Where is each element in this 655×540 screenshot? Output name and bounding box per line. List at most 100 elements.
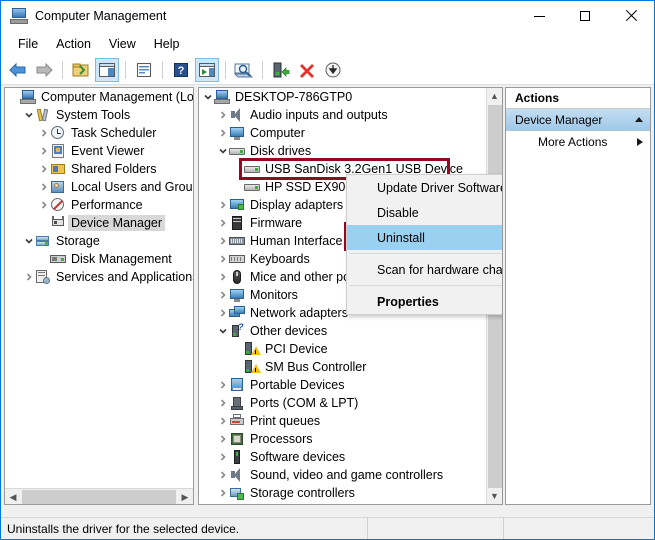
device-tree-item-row[interactable]: ? Other devices [199,322,502,340]
chevron-right-icon[interactable] [216,200,229,210]
device-tree-item-row[interactable]: PCI Device [199,340,502,358]
device-tree-item-row[interactable]: Ports (COM & LPT) [199,394,502,412]
scroll-down-button[interactable]: ▼ [487,488,502,504]
help-button[interactable]: ? [169,58,193,82]
device-tree-item-row[interactable]: Sound, video and game controllers [199,466,502,484]
device-tree-item-row[interactable]: Audio inputs and outputs [199,106,502,124]
context-menu-item-disable[interactable]: Disable [347,200,502,225]
chevron-down-icon[interactable] [216,326,229,336]
sidebar-item-row[interactable]: Services and Applications [5,268,193,286]
monitor-icon [229,125,246,141]
chevron-up-icon [635,117,643,122]
back-button[interactable] [6,58,30,82]
close-button[interactable] [608,1,654,31]
device-tree-item-row[interactable]: DESKTOP-786GTP0 [199,88,502,106]
scroll-left-button[interactable]: ◀ [5,489,21,504]
chevron-right-icon[interactable] [216,272,229,282]
uninstall-device-button[interactable] [295,58,319,82]
chevron-right-icon[interactable] [216,470,229,480]
sidebar-hscrollbar[interactable]: ◀ ▶ [5,488,193,504]
chevron-right-icon[interactable] [37,146,50,156]
show-action-pane-button[interactable] [195,58,219,82]
device-tree-item-row[interactable]: Computer [199,124,502,142]
chevron-down-icon[interactable] [22,110,35,120]
device-tree-item-row[interactable]: System devices [199,502,502,504]
chevron-right-icon[interactable] [216,398,229,408]
device-tree-item-label: Storage controllers [250,486,355,500]
chevron-right-icon[interactable] [37,182,50,192]
sidebar-item-label: Shared Folders [71,162,157,176]
menu-help[interactable]: Help [145,34,189,54]
device-tree-item-row[interactable]: SM Bus Controller [199,358,502,376]
chevron-right-icon[interactable] [216,416,229,426]
sidebar-item-row[interactable]: Storage [5,232,193,250]
chevron-down-icon[interactable] [216,146,229,156]
device-tree-item-row[interactable]: Software devices [199,448,502,466]
forward-button[interactable] [32,58,56,82]
device-tree-item-label: Firmware [250,216,303,230]
context-menu-separator [349,253,502,254]
panel-left-icon [99,63,115,77]
keyboard-icon [229,251,246,267]
device-tree-item-row[interactable]: Processors [199,430,502,448]
chevron-right-icon[interactable] [216,218,229,228]
disable-device-button[interactable] [321,58,345,82]
chevron-right-icon[interactable] [37,200,50,210]
console-tree-button[interactable] [69,58,93,82]
maximize-button[interactable] [562,1,608,31]
sidebar-item-row[interactable]: Device Manager [5,214,193,232]
chevron-right-icon[interactable] [216,434,229,444]
action-more-actions[interactable]: More Actions [506,131,650,153]
chevron-right-icon[interactable] [216,110,229,120]
chevron-right-icon[interactable] [216,254,229,264]
chevron-right-icon[interactable] [216,290,229,300]
menu-view[interactable]: View [100,34,145,54]
chevron-down-icon[interactable] [201,92,214,102]
sidebar-item-row[interactable]: Shared Folders [5,160,193,178]
properties-button[interactable] [132,58,156,82]
sidebar-item-row[interactable]: Disk Management [5,250,193,268]
show-console-tree-button[interactable] [95,58,119,82]
chevron-right-icon[interactable] [37,128,50,138]
delete-x-icon [300,64,314,78]
device-tree-item-label: Computer [250,126,305,140]
chevron-right-icon[interactable] [216,308,229,318]
sidebar-item-row[interactable]: Performance [5,196,193,214]
context-menu-item-update-driver-software[interactable]: Update Driver Software... [347,175,502,200]
chevron-right-icon[interactable] [216,236,229,246]
scan-hardware-button[interactable] [232,58,256,82]
update-driver-button[interactable] [269,58,293,82]
minimize-button[interactable] [516,1,562,31]
chevron-right-icon[interactable] [216,488,229,498]
context-menu-item-uninstall[interactable]: Uninstall [347,225,502,250]
context-menu-item-scan-for-hardware-changes[interactable]: Scan for hardware changes [347,257,502,282]
disk-management-icon [50,251,67,267]
menu-action[interactable]: Action [47,34,100,54]
sidebar-item-row[interactable]: Task Scheduler [5,124,193,142]
sidebar-item-row[interactable]: System Tools [5,106,193,124]
chevron-right-icon[interactable] [216,452,229,462]
chevron-right-icon[interactable] [216,380,229,390]
scroll-up-button[interactable]: ▲ [487,88,502,104]
sidebar-hscroll-thumb[interactable] [22,490,176,504]
sidebar-item-row[interactable]: Computer Management (Local [5,88,193,106]
chevron-right-icon[interactable] [22,272,35,282]
device-tree-item-label: Print queues [250,414,321,428]
sidebar-item-row[interactable]: Local Users and Groups [5,178,193,196]
device-tree-item-row[interactable]: Print queues [199,412,502,430]
chevron-right-icon[interactable] [37,164,50,174]
device-tree-item-row[interactable]: Storage controllers [199,484,502,502]
chevron-down-icon[interactable] [22,236,35,246]
sidebar-tree[interactable]: Computer Management (Local System Tools Ta… [5,88,193,504]
actions-group-device-manager[interactable]: Device Manager [506,109,650,131]
scroll-right-button[interactable]: ▶ [177,489,193,504]
menu-file[interactable]: File [9,34,47,54]
context-menu-item-properties[interactable]: Properties [347,289,502,314]
computer-node-icon [214,89,231,105]
sidebar-item-row[interactable]: Event Viewer [5,142,193,160]
device-context-menu[interactable]: Update Driver Software...DisableUninstal… [346,174,502,315]
chevron-right-icon[interactable] [216,128,229,138]
device-tree-item-row[interactable]: Portable Devices [199,376,502,394]
toolbar: ? [1,56,654,85]
disable-down-arrow-icon [325,62,341,78]
